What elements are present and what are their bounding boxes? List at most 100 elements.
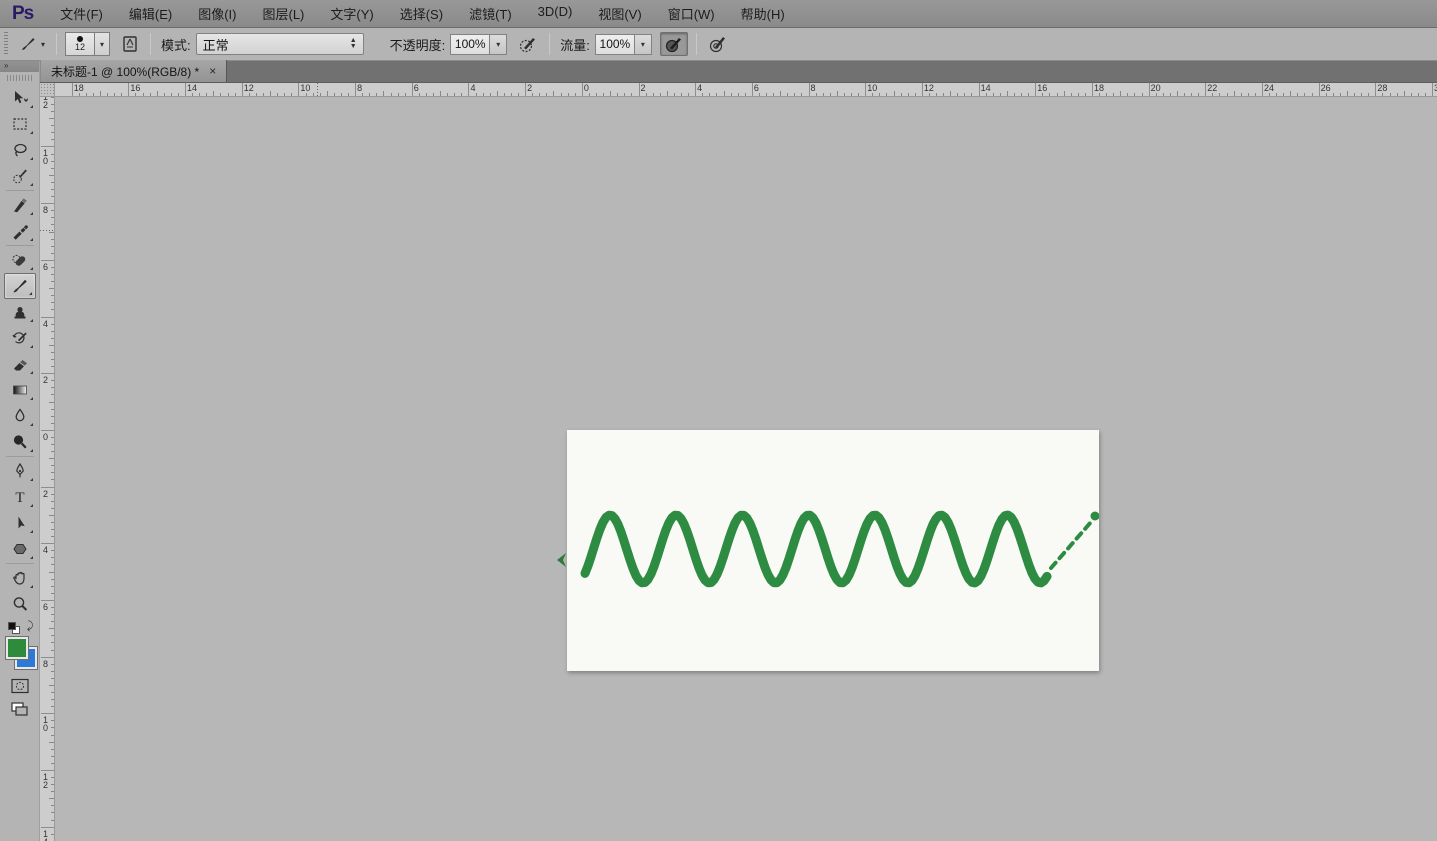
clone-stamp-tool[interactable] xyxy=(4,299,36,325)
chevron-down-icon: ▾ xyxy=(100,39,105,49)
move-tool[interactable] xyxy=(4,85,36,111)
separator xyxy=(549,33,551,55)
horizontal-ruler-ticks: 1816141210864202468101214161820222426283… xyxy=(55,83,1437,96)
tablet-size-button[interactable] xyxy=(705,32,731,56)
separator xyxy=(695,33,697,55)
flyout-indicator xyxy=(29,504,33,507)
ruler-label: 20 xyxy=(1150,83,1161,93)
document-viewport[interactable] xyxy=(55,97,1437,841)
menu-item-filter[interactable]: 滤镜(T) xyxy=(456,4,525,23)
tool-group-separator xyxy=(5,190,34,191)
brush-preview[interactable]: 12 xyxy=(65,32,96,56)
ruler-label: 6 xyxy=(413,83,419,93)
ruler-label: 4 xyxy=(697,83,703,93)
tools-panel: » T ⤸ xyxy=(0,61,40,841)
ruler-label: 1 2 xyxy=(43,97,49,110)
gradient-tool[interactable] xyxy=(4,377,36,403)
ruler-label: 4 xyxy=(43,545,49,556)
menu-item-select[interactable]: 选择(S) xyxy=(387,4,456,23)
default-colors-icon[interactable] xyxy=(7,622,16,630)
ruler-label: 0 xyxy=(43,431,49,442)
ruler-label: 8 xyxy=(43,205,49,216)
pressure-size-icon xyxy=(709,37,725,53)
close-tab-icon[interactable]: × xyxy=(209,64,216,78)
ruler-label: 6 xyxy=(43,601,49,612)
tool-group-separator xyxy=(5,563,34,564)
menu-item-layer[interactable]: 图层(L) xyxy=(249,4,317,23)
brush-tool[interactable] xyxy=(3,273,36,299)
swap-colors-icon[interactable]: ⤸ xyxy=(27,620,34,633)
flyout-indicator xyxy=(29,478,33,481)
pressure-opacity-icon xyxy=(520,38,536,53)
foreground-color-swatch[interactable] xyxy=(4,636,29,660)
flyout-indicator xyxy=(29,319,33,322)
zoom-tool[interactable] xyxy=(4,591,36,617)
flow-input[interactable]: 100% xyxy=(594,33,635,55)
flyout-indicator xyxy=(29,212,33,215)
quick-selection-tool[interactable] xyxy=(4,163,36,189)
opacity-value: 100% xyxy=(454,37,486,51)
flow-dropdown[interactable]: ▾ xyxy=(634,33,652,55)
eraser-tool[interactable] xyxy=(4,351,36,377)
brush-picker-dropdown[interactable]: ▾ xyxy=(95,32,111,56)
collapse-tools-button[interactable]: » xyxy=(0,61,39,72)
ruler-label: 8 xyxy=(43,658,49,669)
opacity-input[interactable]: 100% xyxy=(450,33,491,55)
spot-healing-brush-tool[interactable] xyxy=(4,247,36,273)
menu-item-help[interactable]: 帮助(H) xyxy=(728,4,798,23)
ruler-label: 2 xyxy=(527,83,533,93)
pen-tool[interactable] xyxy=(4,458,36,484)
menu-item-image[interactable]: 图像(I) xyxy=(185,4,249,23)
ruler-label: 24 xyxy=(1263,83,1274,93)
brush-size-value: 12 xyxy=(75,42,86,52)
svg-text:T: T xyxy=(15,490,24,506)
flyout-indicator xyxy=(29,397,33,400)
airbrush-button[interactable] xyxy=(659,32,688,56)
ruler-label: 28 xyxy=(1377,83,1388,93)
menu-item-3d[interactable]: 3D(D) xyxy=(525,4,586,19)
hand-tool[interactable] xyxy=(4,565,36,591)
airbrush-icon xyxy=(665,38,681,53)
options-bar-grip[interactable] xyxy=(3,32,9,56)
document-tab[interactable]: 未标题-1 @ 100%(RGB/8) * × xyxy=(40,60,228,82)
rectangular-marquee-tool[interactable] xyxy=(4,111,36,137)
ruler-label: 26 xyxy=(1320,83,1331,93)
blend-mode-select[interactable]: 正常 ▲ ▼ xyxy=(195,33,364,55)
tablet-opacity-button[interactable] xyxy=(515,32,541,56)
canvas[interactable] xyxy=(567,430,1099,671)
brush-picker[interactable]: 12 ▾ xyxy=(65,32,111,56)
path-selection-tool[interactable] xyxy=(4,510,36,536)
type-tool[interactable]: T xyxy=(4,484,36,510)
dodge-tool[interactable] xyxy=(4,429,36,455)
crop-tool[interactable] xyxy=(4,192,36,218)
menu-item-type[interactable]: 文字(Y) xyxy=(317,4,386,23)
ruler-label: 14 xyxy=(187,83,198,93)
menu-item-window[interactable]: 窗口(W) xyxy=(655,4,728,23)
separator xyxy=(150,33,152,55)
flyout-indicator xyxy=(29,423,33,426)
screen-mode-button[interactable] xyxy=(7,699,33,719)
tools-panel-grip[interactable] xyxy=(6,75,33,81)
menu-item-view[interactable]: 视图(V) xyxy=(585,4,654,23)
flyout-indicator xyxy=(29,556,33,559)
ruler-label: 4 xyxy=(470,83,476,93)
eyedropper-tool[interactable] xyxy=(4,218,36,244)
quick-mask-button[interactable] xyxy=(7,676,33,696)
menu-item-file[interactable]: 文件(F) xyxy=(47,4,116,23)
ruler-label: 8 xyxy=(810,83,816,93)
menu-item-edit[interactable]: 编辑(E) xyxy=(116,4,185,23)
tool-preset-picker[interactable]: ▾ xyxy=(15,32,48,56)
ruler-label: 18 xyxy=(73,83,84,93)
lasso-tool[interactable] xyxy=(4,137,36,163)
history-brush-tool[interactable] xyxy=(4,325,36,351)
horizontal-ruler[interactable]: 1816141210864202468101214161820222426283… xyxy=(40,83,1437,97)
opacity-dropdown[interactable]: ▾ xyxy=(490,33,508,55)
chevron-down-icon: ▾ xyxy=(640,39,645,49)
toggle-brush-panel-button[interactable] xyxy=(118,32,142,56)
vertical-ruler[interactable]: 1 2 1 0 8 6 4 2 0 2 4 6 8 1 0 1 2 1 4 xyxy=(40,97,55,841)
flyout-indicator xyxy=(29,530,33,533)
shape-tool[interactable] xyxy=(4,536,36,562)
tool-options-bar: ▾ 12 ▾ 模式: 正常 ▲ ▼ 不透明度: 100% ▾ 流量: 100% … xyxy=(0,28,1437,61)
blur-tool[interactable] xyxy=(4,403,36,429)
menu-bar: Ps 文件(F) 编辑(E) 图像(I) 图层(L) 文字(Y) 选择(S) 滤镜(T) 3D… xyxy=(0,0,1437,28)
